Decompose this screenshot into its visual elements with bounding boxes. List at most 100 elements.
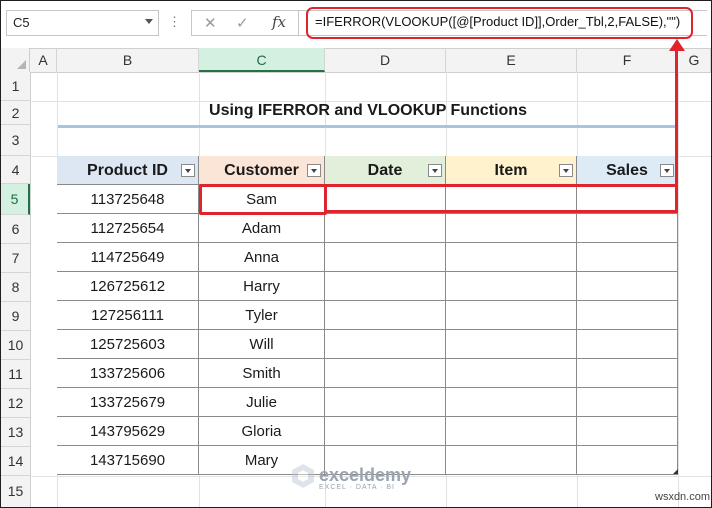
header-label: Product ID: [87, 162, 168, 179]
row-header-8[interactable]: 8: [1, 273, 30, 302]
cell-date[interactable]: [325, 359, 446, 388]
header-date[interactable]: Date: [325, 156, 446, 185]
column-header-f[interactable]: F: [577, 48, 678, 72]
header-label: Customer: [224, 162, 299, 179]
cancel-icon[interactable]: ✕: [204, 14, 217, 32]
cell-sales[interactable]: [577, 446, 678, 475]
column-header-a[interactable]: A: [30, 48, 57, 72]
cell-customer[interactable]: Julie: [199, 388, 325, 417]
chevron-down-icon[interactable]: [145, 19, 153, 24]
header-product-id[interactable]: Product ID: [57, 156, 199, 185]
header-item[interactable]: Item: [446, 156, 577, 185]
cell-product-id[interactable]: 113725648: [57, 185, 199, 214]
row-header-3[interactable]: 3: [1, 125, 30, 156]
filter-dropdown-icon[interactable]: [181, 164, 195, 177]
column-header-c[interactable]: C: [199, 48, 325, 72]
cell-item[interactable]: [446, 446, 577, 475]
row-header-12[interactable]: 12: [1, 389, 30, 418]
cell-product-id[interactable]: 114725649: [57, 243, 199, 272]
arrow-up-icon: [669, 39, 685, 51]
cell-date[interactable]: [325, 301, 446, 330]
active-cell-highlight: [199, 184, 327, 215]
column-header-g[interactable]: G: [678, 48, 711, 72]
cell-item[interactable]: [446, 359, 577, 388]
cell-customer[interactable]: Harry: [199, 272, 325, 301]
watermark-tagline: EXCEL · DATA · BI: [319, 484, 395, 491]
cell-date[interactable]: [325, 272, 446, 301]
cell-sales[interactable]: [577, 272, 678, 301]
column-header-d[interactable]: D: [325, 48, 446, 72]
cell-date[interactable]: [325, 214, 446, 243]
site-credit: wsxdn.com: [655, 491, 711, 503]
row-header-1[interactable]: 1: [1, 72, 30, 101]
enter-icon[interactable]: ✓: [236, 14, 249, 32]
cell-product-id[interactable]: 127256111: [57, 301, 199, 330]
cell-customer[interactable]: Adam: [199, 214, 325, 243]
row-header-13[interactable]: 13: [1, 418, 30, 447]
column-header-e[interactable]: E: [446, 48, 577, 72]
cell-item[interactable]: [446, 301, 577, 330]
row-header-14[interactable]: 14: [1, 447, 30, 476]
cell-item[interactable]: [446, 417, 577, 446]
row-header-9[interactable]: 9: [1, 302, 30, 331]
filter-dropdown-icon[interactable]: [660, 164, 674, 177]
title-underline: [58, 125, 676, 128]
row-header-11[interactable]: 11: [1, 360, 30, 389]
row-header-15[interactable]: 15: [1, 476, 30, 507]
annotation-arrow-line: [675, 49, 678, 186]
cell-date[interactable]: [325, 388, 446, 417]
cell-customer[interactable]: Will: [199, 330, 325, 359]
row-header-6[interactable]: 6: [1, 215, 30, 244]
cell-date[interactable]: [325, 330, 446, 359]
cell-sales[interactable]: [577, 388, 678, 417]
formula-highlight-box: [306, 7, 693, 39]
cell-sales[interactable]: [577, 214, 678, 243]
row-header-10[interactable]: 10: [1, 331, 30, 360]
filter-dropdown-icon[interactable]: [559, 164, 573, 177]
cell-sales[interactable]: [577, 243, 678, 272]
cell-sales[interactable]: [577, 359, 678, 388]
cell-product-id[interactable]: 143795629: [57, 417, 199, 446]
cell-product-id[interactable]: 125725603: [57, 330, 199, 359]
row-header-2[interactable]: 2: [1, 101, 30, 125]
filter-dropdown-icon[interactable]: [307, 164, 321, 177]
cell-date[interactable]: [325, 243, 446, 272]
fx-icon[interactable]: fx: [272, 13, 286, 31]
gridline: [678, 72, 679, 507]
spreadsheet-window: C5 ⋮ ✕ ✓ fx =IFERROR(VLOOKUP([@[Product …: [0, 0, 712, 508]
select-all-corner[interactable]: [1, 48, 30, 72]
cell-sales[interactable]: [577, 417, 678, 446]
cell-item[interactable]: [446, 388, 577, 417]
result-range-highlight: [325, 184, 678, 213]
cell-product-id[interactable]: 133725679: [57, 388, 199, 417]
cell-item[interactable]: [446, 330, 577, 359]
cell-product-id[interactable]: 133725606: [57, 359, 199, 388]
cell-item[interactable]: [446, 272, 577, 301]
select-all-icon: [17, 60, 26, 69]
row-header-7[interactable]: 7: [1, 244, 30, 273]
sheet-title: Using IFERROR and VLOOKUP Functions: [209, 102, 527, 119]
filter-dropdown-icon[interactable]: [428, 164, 442, 177]
row-header-4[interactable]: 4: [1, 156, 30, 184]
cell-customer[interactable]: Gloria: [199, 417, 325, 446]
header-sales[interactable]: Sales: [577, 156, 678, 185]
column-header-b[interactable]: B: [57, 48, 199, 72]
cell-date[interactable]: [325, 417, 446, 446]
row-header-5[interactable]: 5: [1, 184, 30, 215]
cell-product-id[interactable]: 126725612: [57, 272, 199, 301]
cell-product-id[interactable]: 112725654: [57, 214, 199, 243]
table-resize-handle[interactable]: [673, 469, 678, 474]
name-box[interactable]: C5: [6, 10, 159, 36]
cell-customer[interactable]: Smith: [199, 359, 325, 388]
exceldemy-logo-icon: [292, 464, 314, 488]
cell-item[interactable]: [446, 243, 577, 272]
more-options-icon[interactable]: ⋮: [168, 14, 181, 30]
name-box-value: C5: [13, 15, 30, 30]
cell-item[interactable]: [446, 214, 577, 243]
cell-sales[interactable]: [577, 330, 678, 359]
cell-customer[interactable]: Tyler: [199, 301, 325, 330]
cell-product-id[interactable]: 143715690: [57, 446, 199, 475]
cell-customer[interactable]: Anna: [199, 243, 325, 272]
cell-sales[interactable]: [577, 301, 678, 330]
header-customer[interactable]: Customer: [199, 156, 325, 185]
